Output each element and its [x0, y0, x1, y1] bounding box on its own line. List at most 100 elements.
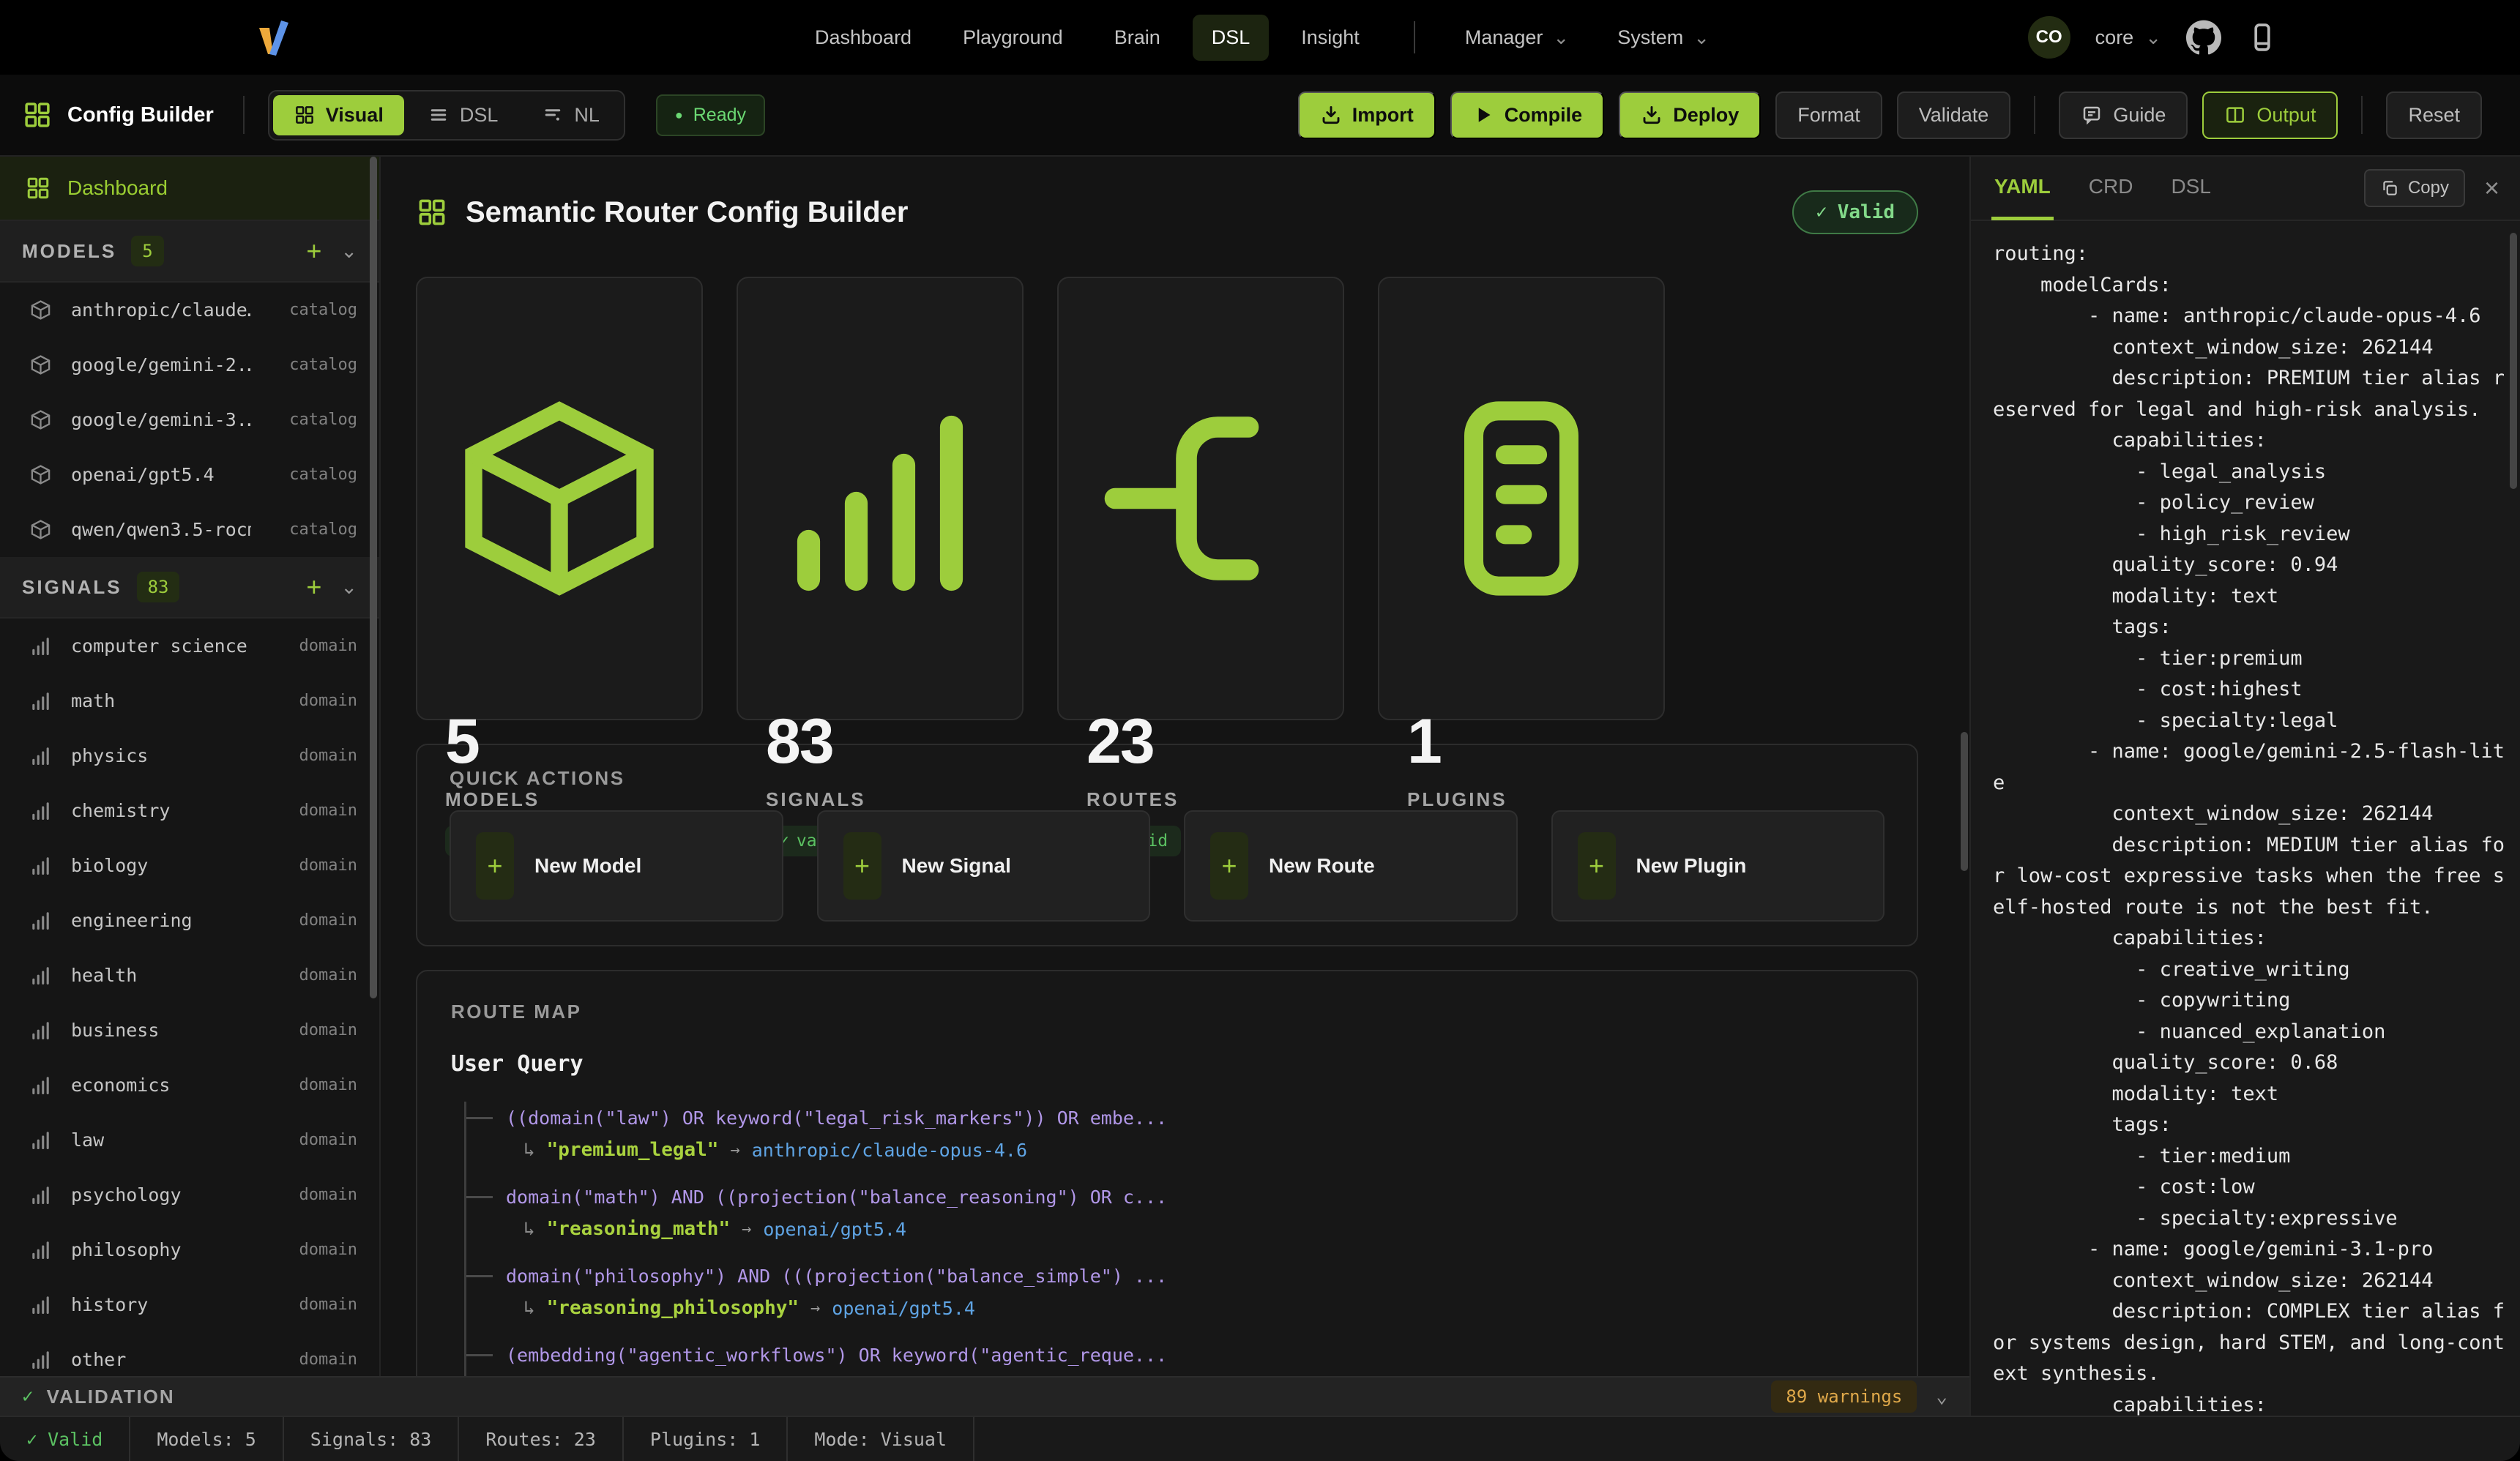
nav-item-dashboard[interactable]: Dashboard [796, 15, 931, 61]
condition-text: domain("math") AND ((projection("balance… [506, 1187, 1167, 1208]
model-item[interactable]: qwen/qwen3.5-rocmcatalog [0, 502, 379, 557]
item-tag: domain [299, 856, 357, 875]
nav-dropdown-manager[interactable]: Manager⌄ [1450, 15, 1584, 61]
bars-icon [766, 303, 994, 694]
model-item[interactable]: google/gemini-2.…catalog [0, 337, 379, 392]
output-button[interactable]: Output [2202, 91, 2338, 139]
signal-item[interactable]: mathdomain [0, 673, 379, 728]
validation-label: VALIDATION [47, 1386, 175, 1408]
stat-value: 1 [1407, 706, 1636, 778]
account-menu[interactable]: core ⌄ [2095, 26, 2161, 49]
mode-tab-visual[interactable]: Visual [273, 95, 404, 135]
signal-item[interactable]: computer sciencedomain [0, 619, 379, 673]
signals-count-badge: 83 [137, 572, 180, 602]
signal-item[interactable]: historydomain [0, 1277, 379, 1332]
signal-item[interactable]: businessdomain [0, 1003, 379, 1058]
validate-button[interactable]: Validate [1897, 91, 2011, 139]
format-button[interactable]: Format [1775, 91, 1882, 139]
quick-action-label: New Plugin [1636, 854, 1747, 878]
guide-button[interactable]: Guide [2059, 91, 2188, 139]
import-button[interactable]: Import [1298, 91, 1436, 139]
route-condition[interactable]: ((domain("law") OR keyword("legal_risk_m… [466, 1102, 1883, 1134]
condition-text: domain("philosophy") AND (((projection("… [506, 1266, 1167, 1287]
status-item: Routes: 23 [459, 1417, 624, 1461]
grid-icon [416, 196, 448, 228]
signal-item[interactable]: biologydomain [0, 838, 379, 893]
signal-item[interactable]: lawdomain [0, 1113, 379, 1167]
nav-dropdown-system[interactable]: System⌄ [1603, 15, 1724, 61]
model-item[interactable]: anthropic/claude…catalog [0, 283, 379, 337]
sidebar-scrollbar[interactable] [370, 157, 377, 998]
signal-item[interactable]: chemistrydomain [0, 783, 379, 838]
collapse-signals-icon[interactable]: ⌄ [340, 580, 357, 594]
deploy-button[interactable]: Deploy [1619, 91, 1761, 139]
nav-item-dsl[interactable]: DSL [1193, 15, 1270, 61]
chevron-down-icon: ⌄ [2145, 30, 2161, 45]
new-signal-button[interactable]: +New Signal [817, 810, 1151, 922]
close-icon[interactable]: × [2484, 177, 2500, 199]
models-count-badge: 5 [131, 236, 163, 266]
output-tab-crd[interactable]: CRD [2086, 156, 2136, 220]
route-target[interactable]: ↳"complex_agentic"→google/gemini-3.1-pro [466, 1371, 1883, 1376]
new-route-button[interactable]: +New Route [1184, 810, 1518, 922]
item-name: business [71, 1020, 159, 1041]
bars-icon [29, 1238, 52, 1261]
add-signal-button[interactable]: + [306, 576, 321, 598]
nav-item-insight[interactable]: Insight [1282, 15, 1379, 61]
new-model-button[interactable]: +New Model [450, 810, 783, 922]
collapse-models-icon[interactable]: ⌄ [340, 244, 357, 258]
split-panel-icon [2224, 104, 2246, 126]
validation-bar[interactable]: ✓ VALIDATION 89 warnings ⌄ [0, 1376, 1969, 1416]
nav-item-playground[interactable]: Playground [944, 15, 1082, 61]
model-item[interactable]: openai/gpt5.4catalog [0, 447, 379, 502]
route-target[interactable]: ↳"premium_legal"→anthropic/claude-opus-4… [466, 1134, 1883, 1166]
route-map-title: ROUTE MAP [451, 1001, 1883, 1023]
signal-item[interactable]: physicsdomain [0, 728, 379, 783]
stat-card-models: 5MODELS✓valid [416, 277, 703, 720]
mode-tab-dsl[interactable]: DSL [407, 95, 519, 135]
brand-logo-icon[interactable] [252, 18, 293, 59]
item-name: anthropic/claude… [71, 299, 251, 321]
status-text: Valid [48, 1429, 102, 1450]
check-icon: ✓ [1816, 201, 1827, 223]
bars-icon [29, 909, 52, 932]
route-target[interactable]: ↳"reasoning_philosophy"→openai/gpt5.4 [466, 1292, 1883, 1324]
tree-branch-icon [466, 1117, 493, 1119]
device-icon[interactable] [2246, 21, 2278, 53]
warnings-badge[interactable]: 89 warnings [1771, 1380, 1917, 1413]
stat-card-plugins: 1PLUGINS✓valid [1378, 277, 1665, 720]
route-target[interactable]: ↳"reasoning_math"→openai/gpt5.4 [466, 1213, 1883, 1245]
model-item[interactable]: google/gemini-3.…catalog [0, 392, 379, 447]
add-model-button[interactable]: + [306, 240, 321, 262]
config-valid-badge: ✓ Valid [1792, 190, 1918, 234]
new-plugin-button[interactable]: +New Plugin [1551, 810, 1885, 922]
signal-item[interactable]: psychologydomain [0, 1167, 379, 1222]
route-condition[interactable]: domain("philosophy") AND (((projection("… [466, 1260, 1883, 1292]
chevron-down-icon[interactable]: ⌄ [1936, 1390, 1947, 1403]
nav-item-brain[interactable]: Brain [1095, 15, 1179, 61]
stat-card-signals: 83SIGNALS✓valid [737, 277, 1024, 720]
output-tab-yaml[interactable]: YAML [1991, 156, 2054, 220]
output-scrollbar[interactable] [2510, 233, 2517, 489]
compile-button[interactable]: Compile [1450, 91, 1605, 139]
route-condition[interactable]: domain("math") AND ((projection("balance… [466, 1181, 1883, 1213]
signal-item[interactable]: engineeringdomain [0, 893, 379, 948]
main-scrollbar[interactable] [1961, 732, 1968, 871]
signal-item[interactable]: economicsdomain [0, 1058, 379, 1113]
avatar[interactable]: CO [2028, 16, 2070, 59]
yaml-code[interactable]: routing: modelCards: - name: anthropic/c… [1971, 221, 2520, 1416]
status-item: Plugins: 1 [624, 1417, 789, 1461]
item-tag: domain [299, 1076, 357, 1094]
route-condition[interactable]: (embedding("agentic_workflows") OR keywo… [466, 1339, 1883, 1371]
github-icon[interactable] [2186, 20, 2221, 55]
cube-icon [29, 408, 52, 431]
copy-button[interactable]: Copy [2364, 169, 2465, 207]
signal-item[interactable]: healthdomain [0, 948, 379, 1003]
sidebar-item-dashboard[interactable]: Dashboard [0, 157, 379, 221]
condition-text: (embedding("agentic_workflows") OR keywo… [506, 1345, 1167, 1366]
output-tab-dsl[interactable]: DSL [2168, 156, 2213, 220]
signal-item[interactable]: philosophydomain [0, 1222, 379, 1277]
mode-tab-nl[interactable]: NL [521, 95, 620, 135]
reset-button[interactable]: Reset [2386, 91, 2482, 139]
signal-item[interactable]: otherdomain [0, 1332, 379, 1376]
